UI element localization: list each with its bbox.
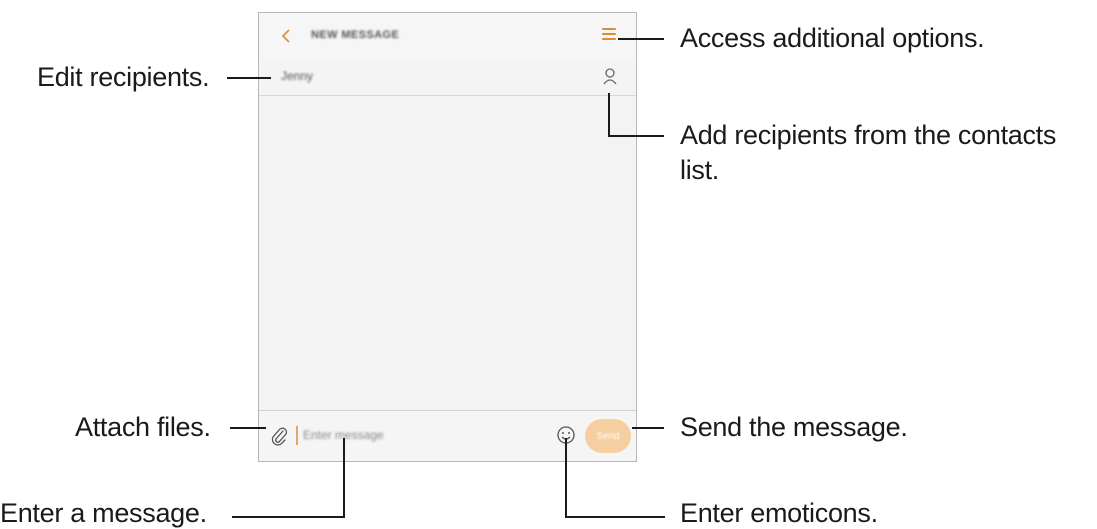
callout-emoticons: Enter emoticons. bbox=[680, 498, 878, 528]
screen-title: NEW MESSAGE bbox=[311, 29, 400, 41]
title-bar: NEW MESSAGE bbox=[259, 13, 636, 59]
recipient-name[interactable]: Jenny bbox=[281, 69, 313, 83]
callout-contacts-line1: Add recipients from the contacts bbox=[680, 120, 1057, 150]
leader-line-emoticons-vertical bbox=[565, 438, 567, 518]
callout-contacts-line2: list. bbox=[680, 155, 720, 185]
callout-attach: Attach files. bbox=[75, 412, 211, 442]
message-composer: Send bbox=[259, 410, 636, 461]
leader-line-send bbox=[632, 427, 664, 429]
leader-line-contacts-vertical bbox=[608, 93, 610, 137]
callout-edit-recipients: Edit recipients. bbox=[37, 62, 210, 92]
recipient-field[interactable]: Jenny bbox=[259, 59, 636, 96]
more-options-icon[interactable] bbox=[602, 28, 616, 42]
leader-line-message bbox=[232, 516, 345, 518]
callout-send: Send the message. bbox=[680, 412, 908, 442]
paperclip-icon[interactable] bbox=[269, 425, 289, 447]
leader-line-message-vertical bbox=[343, 438, 345, 518]
message-input[interactable] bbox=[303, 424, 503, 446]
leader-line-emoticons bbox=[565, 516, 665, 518]
callout-options: Access additional options. bbox=[680, 23, 985, 53]
send-button[interactable]: Send bbox=[585, 419, 631, 453]
send-label: Send bbox=[596, 430, 620, 442]
text-cursor bbox=[296, 426, 298, 445]
leader-line-contacts bbox=[608, 135, 664, 137]
contact-person-icon[interactable] bbox=[602, 67, 618, 85]
conversation-area bbox=[259, 96, 636, 404]
phone-screen: NEW MESSAGE Jenny Enter message Send bbox=[258, 12, 637, 462]
back-arrow-icon[interactable] bbox=[279, 27, 295, 45]
leader-line-attach bbox=[230, 427, 266, 429]
leader-line-edit-recipients bbox=[227, 77, 271, 79]
leader-line-options bbox=[618, 38, 664, 40]
callout-enter-message: Enter a message. bbox=[0, 498, 207, 528]
